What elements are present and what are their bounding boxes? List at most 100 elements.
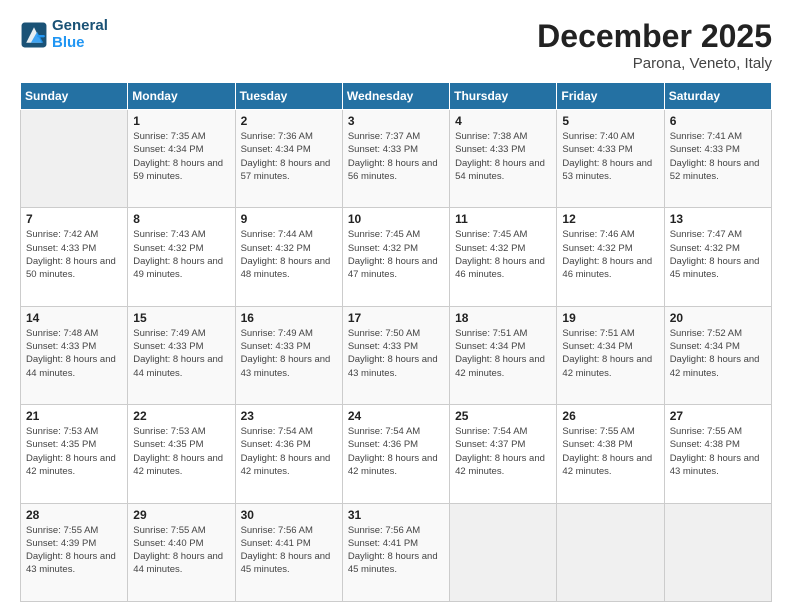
day-info: Sunrise: 7:53 AMSunset: 4:35 PMDaylight:… [133, 425, 229, 478]
calendar-cell: 17 Sunrise: 7:50 AMSunset: 4:33 PMDayligh… [342, 306, 449, 404]
calendar-cell: 29Sunrise: 7:55 AMSunset: 4:40 PMDayligh… [128, 503, 235, 601]
day-info: Sunrise: 7:36 AMSunset: 4:34 PMDaylight:… [241, 130, 337, 183]
calendar-cell [21, 110, 128, 208]
calendar-cell: 25Sunrise: 7:54 AMSunset: 4:37 PMDayligh… [450, 405, 557, 503]
calendar-cell: 15Sunrise: 7:49 AMSunset: 4:33 PMDayligh… [128, 306, 235, 404]
day-number: 22 [133, 409, 229, 423]
day-info: Sunrise: 7:38 AMSunset: 4:33 PMDaylight:… [455, 130, 551, 183]
day-info: Sunrise: 7:54 AMSunset: 4:36 PMDaylight:… [241, 425, 337, 478]
calendar-cell: 2 Sunrise: 7:36 AMSunset: 4:34 PMDaylight… [235, 110, 342, 208]
calendar-cell: 13 Sunrise: 7:47 AMSunset: 4:32 PMDayligh… [664, 208, 771, 306]
day-number: 20 [670, 311, 766, 325]
header: General Blue December 2025 Parona, Venet… [20, 18, 772, 72]
calendar-cell: 3 Sunrise: 7:37 AMSunset: 4:33 PMDaylight… [342, 110, 449, 208]
calendar-week-1: 7 Sunrise: 7:42 AMSunset: 4:33 PMDaylight… [21, 208, 772, 306]
main-title: December 2025 [537, 18, 772, 55]
calendar-cell: 8 Sunrise: 7:43 AMSunset: 4:32 PMDaylight… [128, 208, 235, 306]
calendar-cell [664, 503, 771, 601]
day-info: Sunrise: 7:53 AMSunset: 4:35 PMDaylight:… [26, 425, 122, 478]
day-number: 15 [133, 311, 229, 325]
day-info: Sunrise: 7:55 AMSunset: 4:38 PMDaylight:… [562, 425, 658, 478]
day-info: Sunrise: 7:46 AMSunset: 4:32 PMDaylight:… [562, 228, 658, 281]
calendar-cell: 11 Sunrise: 7:45 AMSunset: 4:32 PMDayligh… [450, 208, 557, 306]
day-info: Sunrise: 7:35 AMSunset: 4:34 PMDaylight:… [133, 130, 229, 183]
day-info: Sunrise: 7:42 AMSunset: 4:33 PMDaylight:… [26, 228, 122, 281]
calendar-cell: 4 Sunrise: 7:38 AMSunset: 4:33 PMDaylight… [450, 110, 557, 208]
day-number: 2 [241, 114, 337, 128]
day-number: 24 [348, 409, 444, 423]
day-number: 8 [133, 212, 229, 226]
logo-icon [20, 21, 48, 49]
calendar-cell: 1 Sunrise: 7:35 AMSunset: 4:34 PMDaylight… [128, 110, 235, 208]
day-info: Sunrise: 7:55 AMSunset: 4:38 PMDaylight:… [670, 425, 766, 478]
day-info: Sunrise: 7:54 AMSunset: 4:36 PMDaylight:… [348, 425, 444, 478]
calendar-header: SundayMondayTuesdayWednesdayThursdayFrid… [21, 83, 772, 110]
calendar-week-2: 14Sunrise: 7:48 AMSunset: 4:33 PMDayligh… [21, 306, 772, 404]
day-number: 23 [241, 409, 337, 423]
day-info: Sunrise: 7:50 AMSunset: 4:33 PMDaylight:… [348, 327, 444, 380]
day-info: Sunrise: 7:51 AMSunset: 4:34 PMDaylight:… [562, 327, 658, 380]
day-number: 18 [455, 311, 551, 325]
day-number: 28 [26, 508, 122, 522]
day-number: 7 [26, 212, 122, 226]
calendar-cell [557, 503, 664, 601]
subtitle: Parona, Veneto, Italy [537, 55, 772, 72]
day-info: Sunrise: 7:45 AMSunset: 4:32 PMDaylight:… [348, 228, 444, 281]
day-number: 16 [241, 311, 337, 325]
day-info: Sunrise: 7:55 AMSunset: 4:39 PMDaylight:… [26, 524, 122, 577]
logo-line1: General [52, 18, 108, 35]
day-number: 12 [562, 212, 658, 226]
day-number: 3 [348, 114, 444, 128]
day-number: 13 [670, 212, 766, 226]
title-section: December 2025 Parona, Veneto, Italy [537, 18, 772, 72]
day-number: 31 [348, 508, 444, 522]
day-number: 19 [562, 311, 658, 325]
day-info: Sunrise: 7:56 AMSunset: 4:41 PMDaylight:… [348, 524, 444, 577]
day-number: 4 [455, 114, 551, 128]
day-info: Sunrise: 7:47 AMSunset: 4:32 PMDaylight:… [670, 228, 766, 281]
day-number: 10 [348, 212, 444, 226]
day-info: Sunrise: 7:54 AMSunset: 4:37 PMDaylight:… [455, 425, 551, 478]
day-number: 27 [670, 409, 766, 423]
day-info: Sunrise: 7:49 AMSunset: 4:33 PMDaylight:… [241, 327, 337, 380]
day-number: 5 [562, 114, 658, 128]
calendar-cell: 27 Sunrise: 7:55 AMSunset: 4:38 PMDayligh… [664, 405, 771, 503]
calendar: SundayMondayTuesdayWednesdayThursdayFrid… [20, 82, 772, 602]
day-number: 30 [241, 508, 337, 522]
logo: General Blue [20, 18, 108, 51]
logo-text: General Blue [52, 18, 108, 51]
calendar-cell: 28 Sunrise: 7:55 AMSunset: 4:39 PMDayligh… [21, 503, 128, 601]
calendar-cell: 19 Sunrise: 7:51 AMSunset: 4:34 PMDayligh… [557, 306, 664, 404]
calendar-cell: 10 Sunrise: 7:45 AMSunset: 4:32 PMDayligh… [342, 208, 449, 306]
calendar-week-3: 21 Sunrise: 7:53 AMSunset: 4:35 PMDayligh… [21, 405, 772, 503]
calendar-cell: 23 Sunrise: 7:54 AMSunset: 4:36 PMDayligh… [235, 405, 342, 503]
day-info: Sunrise: 7:43 AMSunset: 4:32 PMDaylight:… [133, 228, 229, 281]
weekday-header-sunday: Sunday [21, 83, 128, 110]
calendar-cell: 31 Sunrise: 7:56 AMSunset: 4:41 PMDayligh… [342, 503, 449, 601]
calendar-cell: 16 Sunrise: 7:49 AMSunset: 4:33 PMDayligh… [235, 306, 342, 404]
day-number: 17 [348, 311, 444, 325]
calendar-cell: 12 Sunrise: 7:46 AMSunset: 4:32 PMDayligh… [557, 208, 664, 306]
day-info: Sunrise: 7:52 AMSunset: 4:34 PMDaylight:… [670, 327, 766, 380]
day-info: Sunrise: 7:51 AMSunset: 4:34 PMDaylight:… [455, 327, 551, 380]
day-number: 1 [133, 114, 229, 128]
weekday-row: SundayMondayTuesdayWednesdayThursdayFrid… [21, 83, 772, 110]
day-info: Sunrise: 7:40 AMSunset: 4:33 PMDaylight:… [562, 130, 658, 183]
day-number: 11 [455, 212, 551, 226]
day-number: 9 [241, 212, 337, 226]
calendar-cell: 18 Sunrise: 7:51 AMSunset: 4:34 PMDayligh… [450, 306, 557, 404]
calendar-cell: 21 Sunrise: 7:53 AMSunset: 4:35 PMDayligh… [21, 405, 128, 503]
calendar-cell: 5 Sunrise: 7:40 AMSunset: 4:33 PMDaylight… [557, 110, 664, 208]
day-number: 21 [26, 409, 122, 423]
weekday-header-thursday: Thursday [450, 83, 557, 110]
weekday-header-tuesday: Tuesday [235, 83, 342, 110]
calendar-cell: 24 Sunrise: 7:54 AMSunset: 4:36 PMDayligh… [342, 405, 449, 503]
calendar-week-0: 1 Sunrise: 7:35 AMSunset: 4:34 PMDaylight… [21, 110, 772, 208]
day-info: Sunrise: 7:45 AMSunset: 4:32 PMDaylight:… [455, 228, 551, 281]
day-number: 29 [133, 508, 229, 522]
weekday-header-saturday: Saturday [664, 83, 771, 110]
calendar-cell: 22 Sunrise: 7:53 AMSunset: 4:35 PMDayligh… [128, 405, 235, 503]
day-info: Sunrise: 7:48 AMSunset: 4:33 PMDaylight:… [26, 327, 122, 380]
day-info: Sunrise: 7:37 AMSunset: 4:33 PMDaylight:… [348, 130, 444, 183]
day-info: Sunrise: 7:56 AMSunset: 4:41 PMDaylight:… [241, 524, 337, 577]
